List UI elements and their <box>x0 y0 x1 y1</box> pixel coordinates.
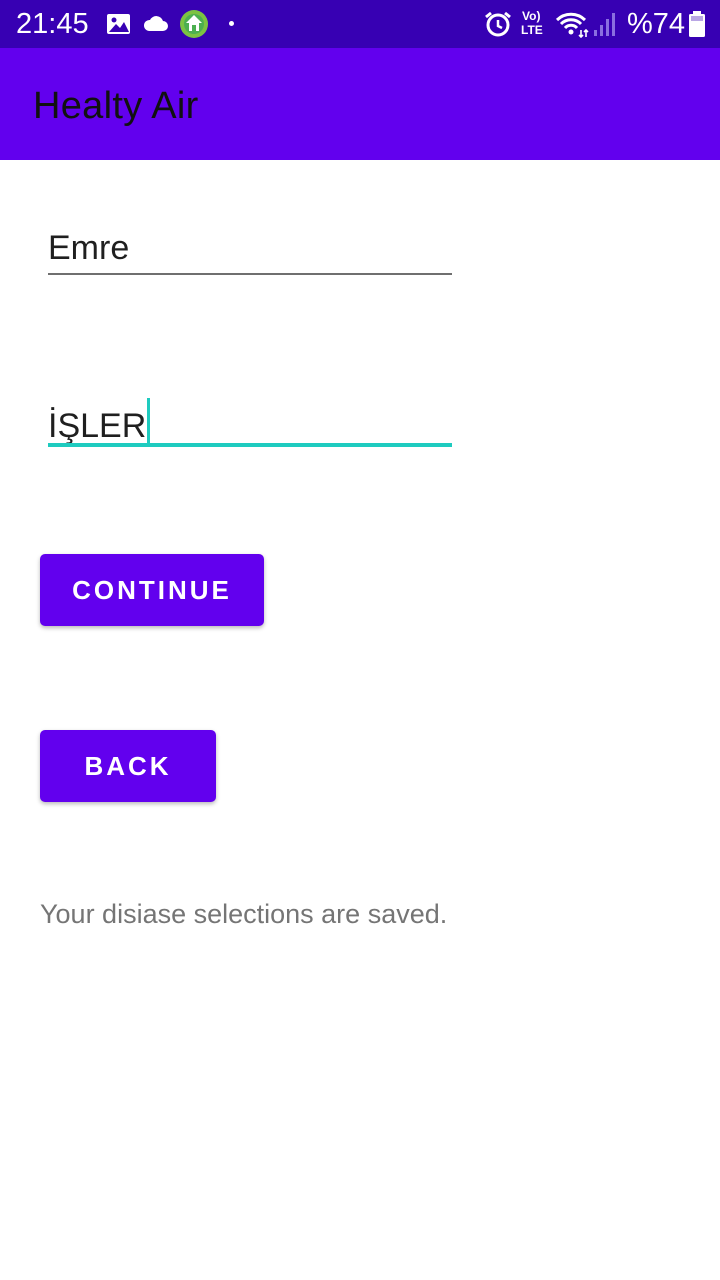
last-name-value: İŞLER <box>48 407 147 445</box>
app-notification-icon <box>180 10 208 38</box>
back-button-label: BACK <box>84 750 172 781</box>
volte-label: Vo) <box>522 9 541 23</box>
wifi-icon <box>555 12 589 38</box>
continue-button[interactable]: CONTINUE <box>40 554 264 626</box>
signal-icon <box>594 13 615 36</box>
app-bar: Healty Air <box>0 48 720 160</box>
status-time: 21:45 <box>16 8 89 40</box>
first-name-value: Emre <box>48 229 130 267</box>
gallery-icon <box>107 14 130 34</box>
cloud-icon <box>143 16 168 31</box>
last-name-text: İŞLER <box>48 398 151 446</box>
app-title: Healty Air <box>33 85 199 127</box>
first-name-field[interactable]: Emre <box>48 222 452 278</box>
battery-icon <box>689 11 705 37</box>
back-button[interactable]: BACK <box>40 730 216 802</box>
app-screen: 21:45 Vo) LTE %74 Healty Air Emre İŞLER … <box>0 0 720 1280</box>
saved-message: Your disiase selections are saved. <box>40 899 448 929</box>
continue-button-label: CONTINUE <box>72 574 232 605</box>
alarm-icon <box>485 11 511 37</box>
text-cursor <box>147 398 151 446</box>
volte-icon: Vo) LTE <box>521 10 547 38</box>
lte-label: LTE <box>521 23 543 37</box>
notification-dot <box>229 21 234 26</box>
last-name-underline <box>48 443 452 447</box>
first-name-underline <box>48 273 452 275</box>
status-bar: 21:45 Vo) LTE %74 <box>0 0 720 48</box>
last-name-field[interactable]: İŞLER <box>48 388 452 450</box>
battery-percent: %74 <box>627 8 686 40</box>
